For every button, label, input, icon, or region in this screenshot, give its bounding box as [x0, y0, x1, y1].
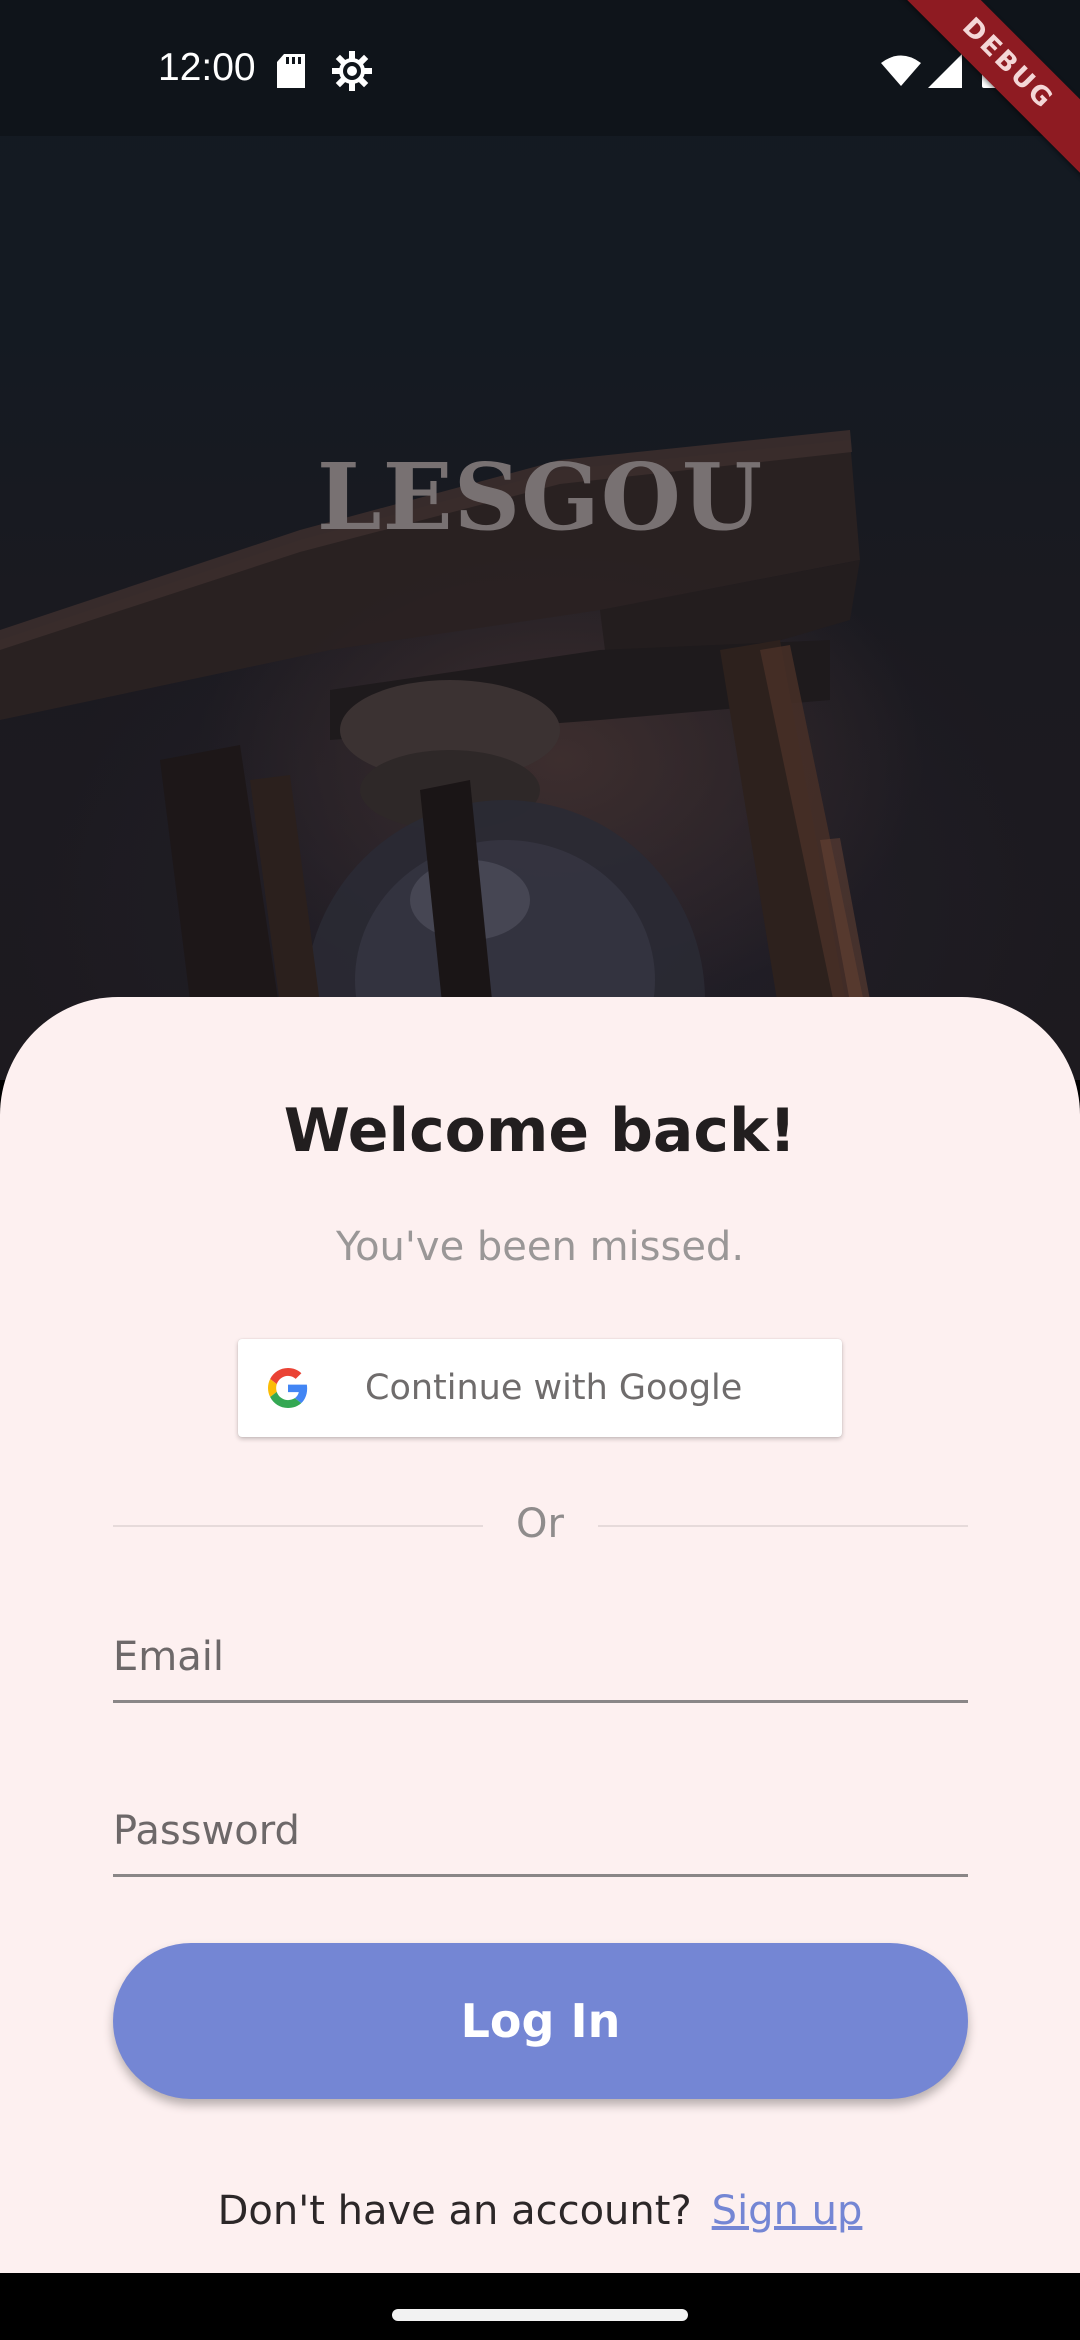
- login-sheet: Welcome back! You've been missed. Contin…: [0, 997, 1080, 2273]
- divider-line-right: [598, 1525, 968, 1527]
- sd-card-icon: [277, 54, 305, 92]
- signup-link[interactable]: Sign up: [712, 2188, 863, 2234]
- google-icon: [268, 1368, 308, 1408]
- signup-row: Don't have an account? Sign up: [0, 2183, 1080, 2239]
- status-time: 12:00: [158, 46, 256, 89]
- wifi-icon: [881, 54, 921, 90]
- signal-icon: [928, 54, 962, 92]
- settings-gear-icon: [332, 51, 372, 95]
- signup-prompt: Don't have an account?: [217, 2188, 692, 2234]
- status-bar: 12:00 DEBUG: [0, 0, 1080, 189]
- google-button-label: Continue with Google: [365, 1368, 743, 1408]
- password-field[interactable]: [113, 1787, 968, 1877]
- divider-line-left: [113, 1525, 483, 1527]
- welcome-title: Welcome back!: [283, 1096, 797, 1166]
- email-field[interactable]: [113, 1613, 968, 1703]
- login-button[interactable]: Log In: [113, 1943, 968, 2099]
- navigation-bar: [0, 2273, 1080, 2340]
- welcome-subtitle: You've been missed.: [335, 1224, 745, 1270]
- home-indicator[interactable]: [392, 2309, 688, 2321]
- divider-or-text: Or: [516, 1501, 564, 1547]
- google-signin-button[interactable]: Continue with Google: [238, 1339, 842, 1437]
- app-logo: LESGOU: [316, 443, 764, 551]
